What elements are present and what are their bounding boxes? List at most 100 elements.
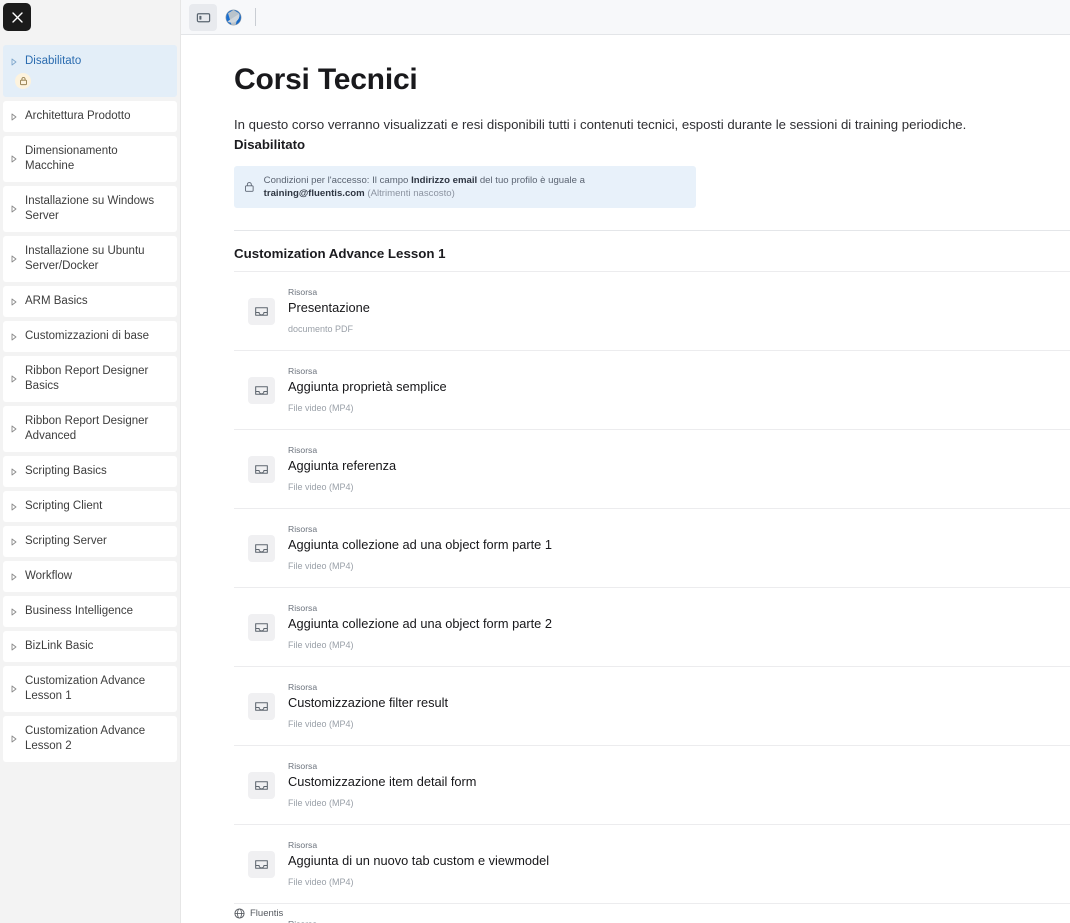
sidebar-item-row: Customization Advance Lesson 1 [7, 674, 169, 704]
sidebar-item-row: Architettura Prodotto [7, 109, 169, 124]
sidebar-item-arm-basics[interactable]: ARM Basics [3, 286, 177, 317]
resource-body: Risorsa Aggiunta collezione ad una object… [288, 523, 552, 573]
restriction-prefix: Condizioni per l'accesso: Il campo [263, 175, 412, 186]
course-intro-text: In questo corso verranno visualizzati e … [234, 117, 967, 132]
close-button[interactable] [3, 3, 31, 31]
resource-kind: Risorsa [288, 445, 318, 455]
close-icon [11, 11, 23, 23]
chevron-right-icon [7, 503, 21, 511]
sidebar-item-ribbon-report-designer-advanced[interactable]: Ribbon Report Designer Advanced [3, 406, 177, 452]
resource-item[interactable]: Risorsa Aggiunta collezione ad una object… [234, 588, 1070, 667]
display-icon [196, 12, 210, 22]
sidebar-item-row: BizLink Basic [7, 639, 169, 654]
footer-label: Fluentis [250, 908, 284, 919]
sidebar-item-label: Disabilitato [25, 55, 82, 67]
resource-name[interactable]: Aggiunta di un nuovo tab custom e viewmo… [288, 852, 549, 870]
resource-item[interactable]: Risorsa Customizzazione filter result File… [234, 667, 1070, 746]
resource-name[interactable]: Customizzazione item detail form [288, 773, 476, 791]
archive-icon [248, 850, 275, 878]
sidebar-item-row: Installazione su Ubuntu Server/Docker [7, 244, 169, 274]
sidebar-item-label: Scripting Client [25, 500, 103, 512]
display-toggle-button[interactable] [189, 3, 217, 31]
sidebar-item-label: Scripting Server [25, 535, 107, 547]
resource-item[interactable]: Risorsa Customizzazione item detail form F… [234, 746, 1070, 825]
sidebar-item-label: Business Intelligence [25, 605, 134, 617]
sidebar-item-dimensionamento-macchine[interactable]: Dimensionamento Macchine [3, 136, 177, 182]
chevron-right-icon [7, 298, 21, 306]
sidebar-item-architettura-prodotto[interactable]: Architettura Prodotto [3, 101, 177, 132]
sidebar-item-customization-advance-lesson-1[interactable]: Customization Advance Lesson 1 [3, 666, 177, 712]
resource-body: Risorsa Aggiunta proprietà semplice File v… [288, 365, 447, 415]
content-area: Corsi Tecnici In questo corso verranno v… [181, 35, 1070, 923]
resource-kind: Risorsa [288, 524, 318, 534]
resource-item[interactable]: Risorsa Aggiunta collezione ad una object… [234, 509, 1070, 588]
sidebar-item-row: Dimensionamento Macchine [7, 144, 169, 174]
resource-body: Risorsa Aggiunta collezione ad una object… [288, 602, 552, 652]
sidebar-item-label: BizLink Basic [25, 640, 94, 652]
resource-name[interactable]: Presentazione [288, 299, 370, 317]
sidebar-item-label: Customization Advance Lesson 2 [25, 725, 146, 752]
resource-item[interactable]: Risorsa Presentazione documento PDF [234, 272, 1070, 351]
chevron-right-icon [7, 468, 21, 476]
sidebar-item-label: Dimensionamento Macchine [25, 145, 118, 172]
sidebar-item-customizzazioni-di-base[interactable]: Customizzazioni di base [3, 321, 177, 352]
sidebar-item-customization-advance-lesson-2[interactable]: Customization Advance Lesson 2 [3, 716, 177, 762]
locked-badge [15, 73, 31, 89]
lock-icon [245, 182, 254, 192]
sidebar-item-row: Business Intelligence [7, 604, 169, 619]
resource-name[interactable]: Aggiunta referenza [288, 457, 396, 475]
sidebar-item-disabilitato[interactable]: Disabilitato [3, 45, 177, 97]
resource-meta: File video (MP4) [288, 561, 354, 571]
sidebar-item-workflow[interactable]: Workflow [3, 561, 177, 592]
toolbar [181, 0, 1070, 35]
resource-body: Risorsa Customizzazione item detail form F… [288, 760, 476, 810]
sidebar-item-installazione-su-ubuntu-server-docker[interactable]: Installazione su Ubuntu Server/Docker [3, 236, 177, 282]
app-root: Disabilitato Architettura Prodotto Dimensi… [0, 0, 1070, 923]
archive-icon [248, 455, 275, 483]
resource-meta: documento PDF [288, 324, 354, 334]
sidebar-item-scripting-basics[interactable]: Scripting Basics [3, 456, 177, 487]
resource-meta: File video (MP4) [288, 798, 354, 808]
sidebar-item-scripting-client[interactable]: Scripting Client [3, 491, 177, 522]
resource-name[interactable]: Aggiunta proprietà semplice [288, 378, 447, 396]
access-restriction-banner: Condizioni per l'accesso: Il campo Indir… [234, 166, 696, 208]
resource-meta: File video (MP4) [288, 482, 354, 492]
fluentis-logo-icon [225, 9, 241, 25]
resource-meta: File video (MP4) [288, 877, 354, 887]
sidebar-item-row: Customizzazioni di base [7, 329, 169, 344]
archive-icon [248, 376, 275, 404]
sidebar-item-ribbon-report-designer-basics[interactable]: Ribbon Report Designer Basics [3, 356, 177, 402]
chevron-right-icon [7, 205, 21, 213]
sidebar-item-row: Customization Advance Lesson 2 [7, 724, 169, 754]
resource-item[interactable]: RisorsaExtraArchivio (ZIP) [234, 904, 1070, 923]
resource-name[interactable]: Aggiunta collezione ad una object form p… [288, 536, 552, 554]
sidebar-item-label: Customizzazioni di base [25, 330, 150, 342]
sidebar: Disabilitato Architettura Prodotto Dimensi… [0, 0, 181, 923]
resource-list: Risorsa Presentazione documento PDF Risorsa… [234, 271, 1070, 923]
resource-item[interactable]: Risorsa Aggiunta di un nuovo tab custom e… [234, 825, 1070, 904]
resource-item[interactable]: Risorsa Aggiunta proprietà semplice File v… [234, 351, 1070, 430]
resource-item[interactable]: Risorsa Aggiunta referenza File video (MP4… [234, 430, 1070, 509]
section-divider [234, 230, 1070, 231]
sidebar-item-bizlink-basic[interactable]: BizLink Basic [3, 631, 177, 662]
section-title: Customization Advance Lesson 1 [234, 246, 446, 261]
sidebar-item-business-intelligence[interactable]: Business Intelligence [3, 596, 177, 627]
chevron-right-icon [7, 58, 21, 66]
sidebar-item-label: Architettura Prodotto [25, 110, 131, 122]
resource-body: Risorsa Customizzazione filter result File… [288, 681, 448, 731]
sidebar-item-scripting-server[interactable]: Scripting Server [3, 526, 177, 557]
resource-body: Risorsa Aggiunta referenza File video (MP4… [288, 444, 396, 494]
resource-name[interactable]: Customizzazione filter result [288, 694, 448, 712]
archive-icon [248, 771, 275, 799]
resource-name[interactable]: Aggiunta collezione ad una object form p… [288, 615, 552, 633]
archive-icon [248, 534, 275, 562]
resource-kind: Risorsa [288, 840, 318, 850]
sidebar-item-row: Ribbon Report Designer Basics [7, 364, 169, 394]
restriction-value: training@fluentis.com [263, 188, 365, 199]
course-status-label: Disabilitato [234, 137, 306, 152]
sidebar-item-row: Scripting Server [7, 534, 169, 549]
sidebar-item-installazione-su-windows-server[interactable]: Installazione su Windows Server [3, 186, 177, 232]
brand-logo-button[interactable] [219, 4, 247, 31]
resource-kind: Risorsa [288, 761, 318, 771]
restriction-text: Condizioni per l'accesso: Il campo Indir… [264, 174, 686, 200]
